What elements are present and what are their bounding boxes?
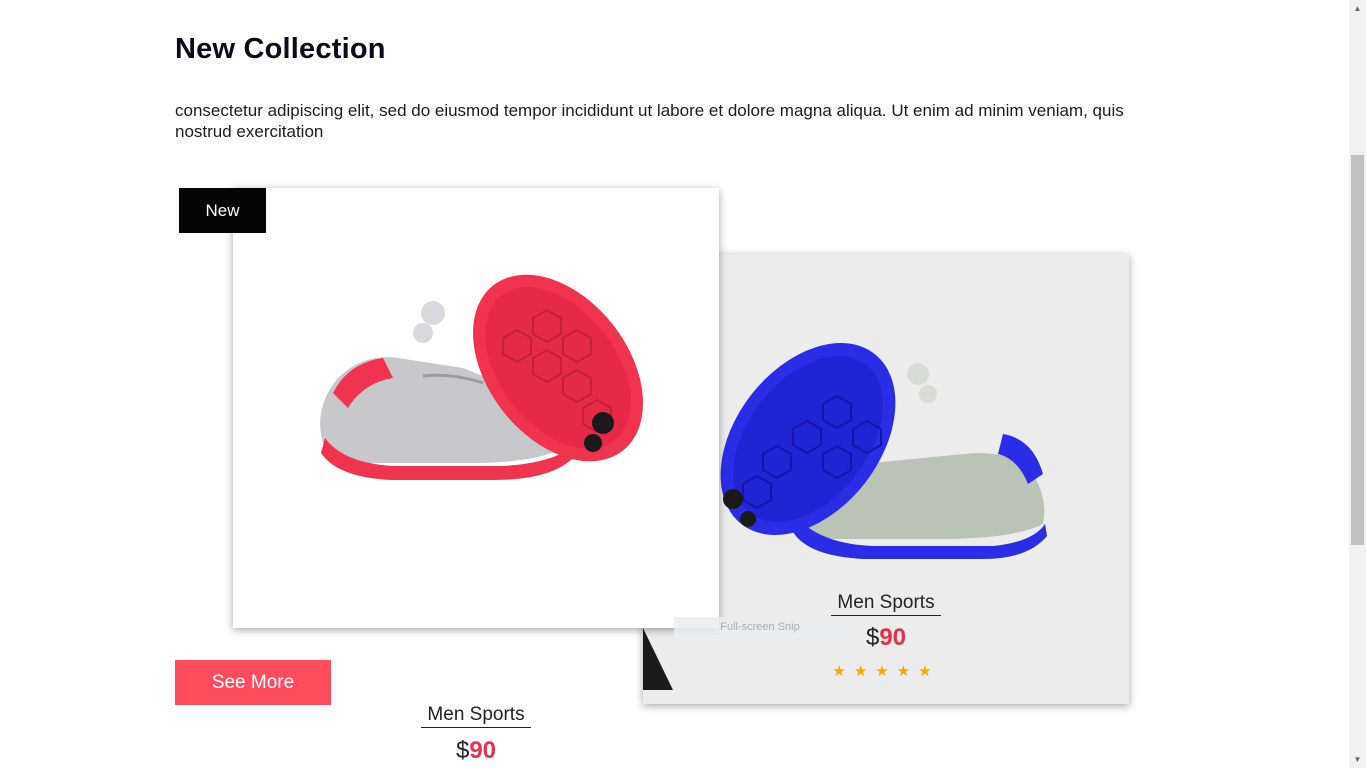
price-amount: 90 (469, 737, 497, 764)
scroll-down-arrow-icon[interactable]: ▼ (1349, 751, 1366, 768)
snip-tooltip: Full-screen Snip (674, 617, 846, 637)
section-description: consectetur adipiscing elit, sed do eius… (175, 101, 1124, 141)
new-badge: New (179, 188, 266, 233)
shoe-image-red (320, 274, 643, 480)
product-price: $90 (233, 737, 719, 765)
vertical-scrollbar[interactable]: ▲ ▼ (1349, 0, 1366, 768)
product-name[interactable]: Men Sports (233, 704, 719, 728)
section-title: New Collection (175, 33, 386, 65)
price-currency: $ (865, 624, 880, 651)
price-amount: 90 (879, 624, 907, 651)
shoe-image-blue (720, 343, 1047, 559)
see-more-button[interactable]: See More (175, 660, 331, 705)
product-card-1[interactable]: Men Sports $90 ★★★★★ (233, 188, 719, 764)
rating-stars: ★★★★★ (832, 663, 940, 680)
scrollbar-thumb[interactable] (1351, 155, 1364, 545)
price-currency: $ (455, 737, 470, 764)
page: New Collection consectetur adipiscing el… (0, 0, 1349, 768)
scroll-up-arrow-icon[interactable]: ▲ (1349, 0, 1366, 17)
